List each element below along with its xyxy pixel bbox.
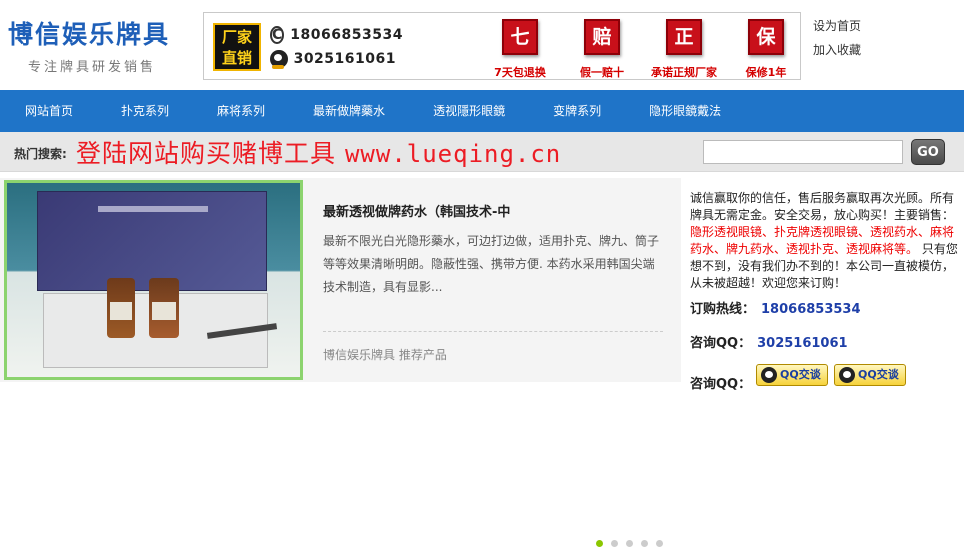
qq-penguin-icon (839, 367, 855, 383)
product-image[interactable] (4, 180, 303, 380)
guarantee-badges: 七 7天包退换 赔 假一赔十 正 承诺正规厂家 保 保修1年 (479, 19, 807, 80)
slide-dot-5[interactable] (656, 540, 663, 547)
qq-chat-button-1[interactable]: QQ交谈 (756, 364, 828, 386)
slide-dot-3[interactable] (626, 540, 633, 547)
intro-text-1: 诚信赢取你的信任，售后服务赢取再次光顾。所有牌具无需定金。安全交易，放心购买！主… (690, 191, 955, 222)
promo-url: www.lueqing.cn (344, 140, 562, 168)
promo-banner-text: 登陆网站购买赌博工具 www.lueqing.cn (76, 134, 561, 170)
qq-chat-label-1: QQ交谈 (780, 368, 821, 381)
search-go-button[interactable]: GO (911, 139, 945, 165)
search-bar: 热门搜索: 登陆网站购买赌博工具 www.lueqing.cn GO (0, 132, 964, 172)
product-description: 最新不限光白光隐形藥水，可边打边做，适用扑克、牌九、筒子等等效果清晰明朗。隐蔽性… (323, 234, 660, 294)
top-links: 设为首页 加入收藏 (813, 14, 861, 62)
add-favorite-link[interactable]: 加入收藏 (813, 38, 861, 62)
logo-title: 博信娱乐牌具 (8, 20, 171, 49)
order-hotline: 订购热线： 18066853534 (690, 298, 861, 317)
header-banner: 厂家 直销 C 18066853534 3025161061 七 7天包退换 赔… (203, 12, 801, 80)
badge-return: 七 7天包退换 (479, 19, 561, 80)
slide-dot-4[interactable] (641, 540, 648, 547)
qq-chat-label-2: QQ交谈 (858, 368, 899, 381)
slide-indicators (596, 540, 671, 547)
slide-dot-1[interactable] (596, 540, 603, 547)
hotline-label: 订购热线： (690, 302, 756, 317)
logo-subtitle: 专注牌具研发销售 (28, 60, 157, 75)
badge-warranty-text: 保修1年 (745, 66, 787, 79)
badge-return-icon: 七 (502, 19, 538, 55)
header-qq: 3025161061 (293, 51, 396, 67)
consult-qq: 咨询QQ： 3025161061 (690, 332, 848, 351)
qq-number: 3025161061 (757, 336, 848, 351)
qq-penguin-icon (761, 367, 777, 383)
factory-direct-badge: 厂家 直销 (213, 23, 261, 71)
badge-warranty: 保 保修1年 (725, 19, 807, 80)
hot-search-label: 热门搜索: (14, 147, 67, 161)
badge-genuine-text: 承诺正规厂家 (651, 66, 717, 79)
nav-item-home[interactable]: 网站首页 (11, 90, 87, 132)
header-phone: 18066853534 (290, 27, 403, 43)
product-footer: 博信娱乐牌具 推荐产品 (323, 348, 447, 362)
intro-products: 隐形透视眼镜、扑克牌透视眼镜、透视药水、麻将药水、牌九药水、透视扑克、透视麻将等… (690, 225, 955, 256)
nav-item-poker[interactable]: 扑克系列 (107, 90, 183, 132)
qq-chat-button-2[interactable]: QQ交谈 (834, 364, 906, 386)
hotline-number: 18066853534 (761, 302, 861, 317)
header-contact: C 18066853534 3025161061 (270, 23, 402, 71)
qq-label: 咨询QQ： (690, 336, 752, 351)
consult-qq-chat-label: 咨询QQ： (690, 377, 752, 392)
main-nav: 网站首页 扑克系列 麻将系列 最新做牌藥水 透视隱形眼鏡 变牌系列 隐形眼鏡戴法 (0, 90, 964, 132)
badge-warranty-icon: 保 (748, 19, 784, 55)
nav-item-lens-guide[interactable]: 隐形眼鏡戴法 (635, 90, 735, 132)
nav-item-mahjong[interactable]: 麻将系列 (203, 90, 279, 132)
badge-compensate-text: 假一赔十 (580, 66, 624, 79)
badge-compensate-icon: 赔 (584, 19, 620, 55)
sidebar-intro: 诚信赢取你的信任，售后服务赢取再次光顾。所有牌具无需定金。安全交易，放心购买！主… (690, 190, 958, 292)
divider (323, 331, 663, 332)
qq-penguin-icon (270, 50, 288, 69)
site-logo[interactable]: 博信娱乐牌具 专注牌具研发销售 (8, 18, 193, 75)
factory-label-1: 厂家 (221, 28, 252, 46)
nav-item-card-change[interactable]: 变牌系列 (539, 90, 615, 132)
factory-label-2: 直销 (221, 49, 252, 67)
badge-genuine-icon: 正 (666, 19, 702, 55)
search-input[interactable] (703, 140, 903, 164)
set-homepage-link[interactable]: 设为首页 (813, 14, 861, 38)
badge-compensate: 赔 假一赔十 (561, 19, 643, 80)
slide-dot-2[interactable] (611, 540, 618, 547)
nav-item-contact-lenses[interactable]: 透视隱形眼鏡 (419, 90, 519, 132)
badge-return-text: 7天包退换 (494, 66, 546, 79)
nav-item-marking-liquid[interactable]: 最新做牌藥水 (299, 90, 399, 132)
promo-text: 登陆网站购买赌博工具 (76, 139, 337, 168)
badge-genuine: 正 承诺正规厂家 (643, 19, 725, 80)
phone-icon: C (270, 26, 285, 44)
product-title[interactable]: 最新透视做牌药水（韩国技术-中 (323, 201, 510, 220)
